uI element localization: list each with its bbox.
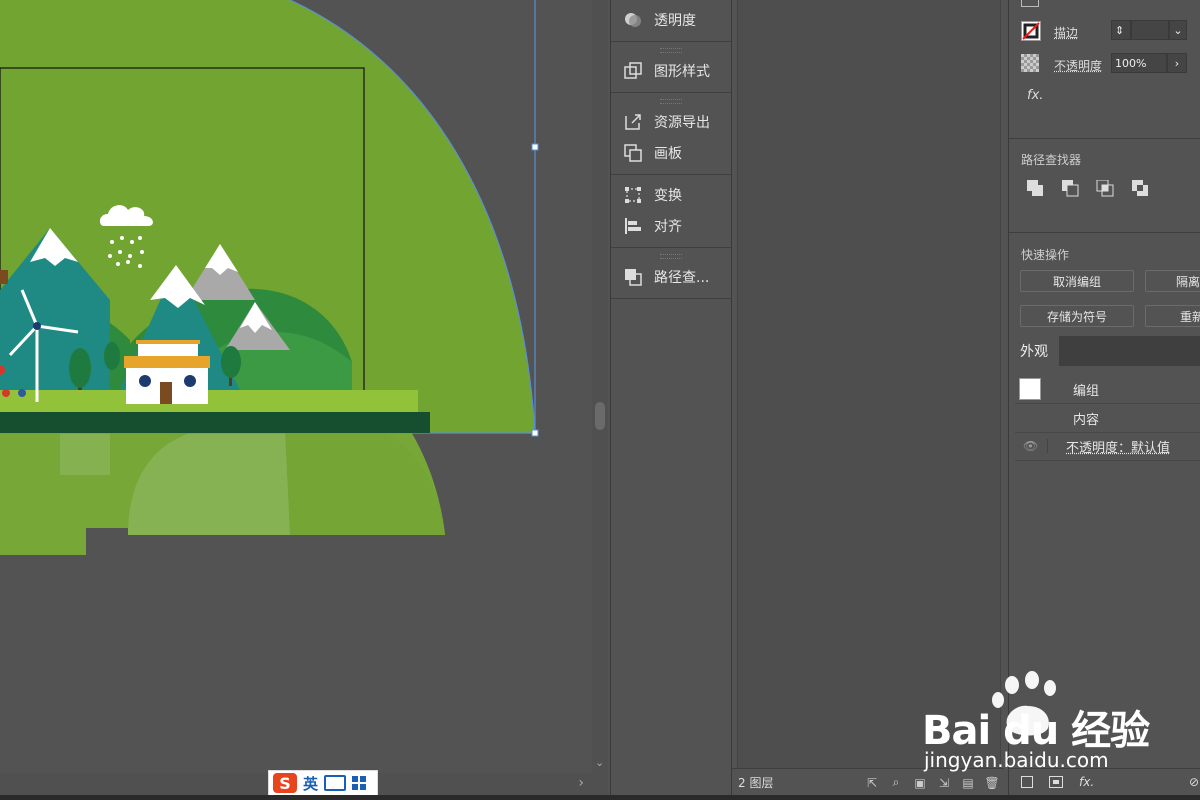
transparency-icon xyxy=(625,12,641,27)
opacity-default-label[interactable]: 不透明度：默认值 xyxy=(1066,437,1170,456)
fx-icon[interactable]: fx. xyxy=(1027,88,1043,103)
recolor-button[interactable]: 重新 xyxy=(1145,305,1200,327)
dock-item-label: 路径查... xyxy=(654,269,710,286)
ime-toolbar[interactable]: S 英 xyxy=(268,770,378,795)
contents-label: 内容 xyxy=(1073,412,1100,428)
export-collect-icon[interactable]: ⇱ xyxy=(865,776,879,790)
dock-item-label: 画板 xyxy=(654,145,682,162)
dock-group-pathfinder: 路径查... xyxy=(611,248,731,299)
appearance-row-opacity[interactable]: 👁 不透明度：默认值 xyxy=(1015,432,1200,461)
scrollbar-thumb[interactable] xyxy=(595,402,605,430)
ungroup-button[interactable]: 取消编组 xyxy=(1020,270,1134,292)
scroll-down-arrow-icon[interactable]: ⌄ xyxy=(595,756,604,769)
appearance-tabbar: 外观 xyxy=(1009,336,1200,366)
dock-item-label: 对齐 xyxy=(654,218,682,235)
appearance-row-group[interactable]: 编组 xyxy=(1015,375,1200,404)
stroke-weight-input[interactable] xyxy=(1131,20,1169,40)
opacity-input[interactable]: 100% xyxy=(1111,53,1167,73)
ime-mode-label[interactable]: 英 xyxy=(303,773,318,794)
dock-group-graphic-styles: 图形样式 xyxy=(611,42,731,93)
dock-item-asset-export[interactable]: 资源导出 xyxy=(611,106,731,137)
exclude-icon xyxy=(1132,180,1148,196)
dock-group-export: 资源导出 画板 xyxy=(611,93,731,175)
locate-object-icon[interactable]: ⌕ xyxy=(889,775,903,790)
visibility-eye-icon[interactable]: 👁 xyxy=(1023,439,1048,453)
opacity-expand-icon[interactable]: › xyxy=(1167,53,1187,73)
dock-group-transform: 变换 对齐 xyxy=(611,175,731,248)
layer-count: 2 图层 xyxy=(738,776,774,790)
artwork-illustration xyxy=(0,0,539,555)
group-thumbnail-icon xyxy=(1019,378,1041,400)
dock-item-align[interactable]: 对齐 xyxy=(611,210,731,241)
minus-front-icon xyxy=(1062,180,1079,197)
status-strip xyxy=(0,795,1200,800)
panel-grip[interactable] xyxy=(660,254,682,259)
stroke-label[interactable]: 描边 xyxy=(1054,24,1078,41)
pathfinder-icon xyxy=(625,268,642,286)
group-label: 编组 xyxy=(1073,383,1100,399)
keyboard-icon[interactable] xyxy=(324,775,347,791)
align-icon xyxy=(625,217,641,234)
artboards-icon xyxy=(624,143,642,162)
save-as-symbol-button[interactable]: 存储为符号 xyxy=(1020,305,1134,327)
panel-dock: 透明度 图形样式 资源导出 画板 变换 对齐 路径查... xyxy=(610,0,732,795)
appearance-row-contents[interactable]: 内容 xyxy=(1015,404,1200,433)
isolate-button[interactable]: 隔离 xyxy=(1145,270,1200,292)
artboard-canvas[interactable]: › S 英 xyxy=(0,0,592,795)
pathfinder-buttons xyxy=(1027,180,1148,197)
panel-grip[interactable] xyxy=(660,48,682,53)
dock-item-label: 资源导出 xyxy=(654,114,710,131)
quick-actions-title: 快速操作 xyxy=(1021,248,1070,262)
graphic-styles-icon xyxy=(624,61,642,79)
opacity-label[interactable]: 不透明度 xyxy=(1054,57,1102,74)
unite-icon xyxy=(1027,180,1043,196)
toolbox-grid-icon[interactable] xyxy=(352,776,367,790)
vertical-scrollbar[interactable]: ⌄ xyxy=(592,0,608,795)
dock-item-label: 变换 xyxy=(654,187,682,204)
dock-item-label: 透明度 xyxy=(654,12,696,29)
intersect-icon xyxy=(1096,180,1114,197)
pathfinder-title: 路径查找器 xyxy=(1021,153,1082,167)
asset-export-icon xyxy=(625,113,641,130)
tab-appearance[interactable]: 外观 xyxy=(1009,336,1059,366)
opacity-checker-icon xyxy=(1021,54,1039,72)
dock-item-label: 图形样式 xyxy=(654,63,710,80)
baidu-jingyan-watermark: Bai du 经验 jingyan.baidu.com xyxy=(920,668,1200,778)
stroke-weight-dropdown-icon[interactable]: ⌄ xyxy=(1169,20,1187,40)
dock-item-artboards[interactable]: 画板 xyxy=(611,137,731,168)
panel-grip[interactable] xyxy=(660,99,682,104)
dock-item-graphic-styles[interactable]: 图形样式 xyxy=(611,55,731,86)
dock-item-transform[interactable]: 变换 xyxy=(611,179,731,210)
watermark-url: jingyan.baidu.com xyxy=(924,748,1109,772)
stroke-weight-stepper[interactable]: ⇕ xyxy=(1111,20,1131,40)
dock-group-transparency: 透明度 xyxy=(611,0,731,42)
scroll-right-arrow-icon[interactable]: › xyxy=(578,775,584,791)
dock-item-transparency[interactable]: 透明度 xyxy=(611,4,731,35)
sogou-logo-icon: S xyxy=(273,773,297,793)
transform-icon xyxy=(625,186,641,203)
stroke-swatch-icon[interactable] xyxy=(1021,21,1041,41)
dock-item-pathfinder[interactable]: 路径查... xyxy=(611,261,731,292)
fill-swatch-icon[interactable] xyxy=(1021,0,1039,7)
layers-list[interactable] xyxy=(737,0,1001,768)
